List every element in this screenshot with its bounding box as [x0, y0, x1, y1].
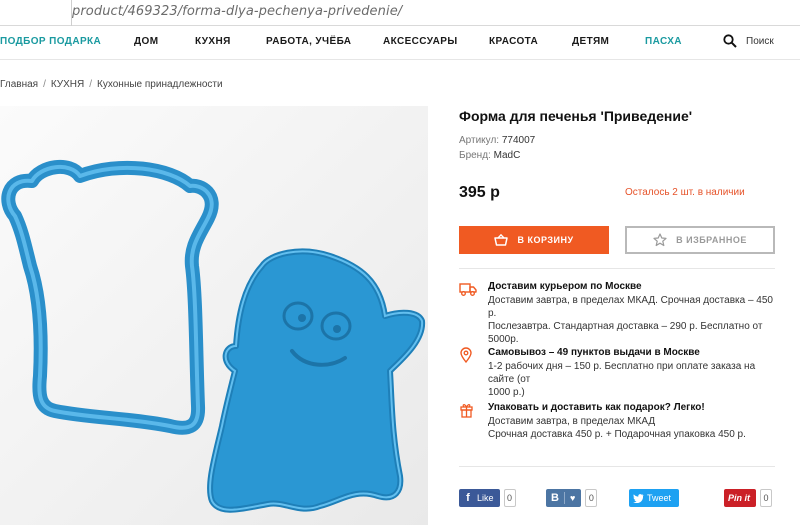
share-vk: B ♥ 0	[546, 488, 598, 508]
divider	[459, 268, 775, 269]
breadcrumb-separator: /	[43, 79, 46, 90]
facebook-like-label: Like	[477, 493, 494, 503]
add-to-cart-label: В КОРЗИНУ	[517, 235, 574, 245]
delivery-pickup: Самовывоз – 49 пунктов выдачи в Москве 1…	[459, 347, 779, 398]
facebook-count: 0	[503, 489, 516, 507]
nav-item-kitchen[interactable]: КУХНЯ	[195, 36, 231, 47]
vk-heart-icon: ♥	[570, 493, 576, 503]
brand-label: Бренд:	[459, 150, 491, 161]
delivery-courier: Доставим курьером по Москве Доставим зав…	[459, 281, 779, 345]
star-icon	[653, 233, 667, 247]
twitter-tweet-label: Tweet	[647, 493, 672, 503]
search-label[interactable]: Поиск	[746, 36, 774, 47]
nav-item-beauty[interactable]: КРАСОТА	[489, 36, 538, 47]
nav-item-accessories[interactable]: АКСЕССУАРЫ	[383, 36, 458, 47]
product-image[interactable]	[0, 106, 428, 525]
share-pinterest: Pin it 0	[724, 488, 772, 508]
delivery-pickup-line: 1-2 рабочих дня – 150 р. Бесплатно при о…	[488, 361, 756, 385]
add-to-favorites-button[interactable]: В ИЗБРАННОЕ	[625, 226, 775, 254]
facebook-icon: f	[466, 492, 470, 504]
delivery-courier-line: 5000р.	[488, 334, 519, 345]
breadcrumb: Главная / КУХНЯ / Кухонные принадлежности	[0, 79, 223, 90]
share-facebook: f Like 0	[459, 488, 516, 508]
delivery-gift-line: Доставим завтра, в пределах МКАД	[488, 416, 656, 427]
nav-item-easter[interactable]: ПАСХА	[645, 36, 682, 47]
breadcrumb-kitchen[interactable]: КУХНЯ	[51, 79, 84, 90]
search-icon[interactable]	[723, 34, 737, 48]
vk-separator	[564, 492, 565, 504]
delivery-gift-line: Срочная доставка 450 р. + Подарочная упа…	[488, 429, 746, 440]
divider	[459, 466, 775, 467]
facebook-like-button[interactable]: f Like	[459, 489, 500, 507]
delivery-gift-title: Упаковать и доставить как подарок? Легко…	[488, 402, 705, 413]
breadcrumb-kitchen-accessories[interactable]: Кухонные принадлежности	[97, 79, 223, 90]
pinterest-pin-button[interactable]: Pin it	[724, 489, 756, 507]
nav-item-kids[interactable]: ДЕТЯМ	[572, 36, 609, 47]
nav-item-gift-finder[interactable]: ПОДБОР ПОДАРКА	[0, 36, 101, 47]
pinterest-label: Pin it	[728, 493, 750, 503]
cookie-cutter-illustration	[0, 106, 428, 525]
delivery-pickup-line: 1000 р.)	[488, 387, 525, 398]
address-bar-url[interactable]: product/469323/forma-dlya-pechenya-prive…	[72, 4, 402, 19]
article-label: Артикул:	[459, 135, 500, 146]
delivery-courier-title: Доставим курьером по Москве	[488, 281, 642, 292]
location-pin-icon	[460, 347, 472, 363]
product-brand: Бренд: MadC	[459, 150, 520, 161]
delivery-gift-text: Доставим завтра, в пределах МКАД Срочная…	[488, 415, 778, 441]
breadcrumb-separator: /	[89, 79, 93, 90]
article-value: 774007	[501, 135, 536, 146]
breadcrumb-home[interactable]: Главная	[0, 79, 38, 90]
add-to-cart-button[interactable]: В КОРЗИНУ	[459, 226, 609, 254]
stock-status: Осталось 2 шт. в наличии	[625, 187, 745, 198]
delivery-courier-line: Послезавтра. Стандартная доставка – 290 …	[488, 321, 763, 332]
vk-icon: B	[551, 492, 559, 504]
vk-like-button[interactable]: B ♥	[546, 489, 582, 507]
product-title: Форма для печенья 'Приведение'	[459, 108, 693, 124]
product-article: Артикул: 774007	[459, 135, 535, 146]
basket-icon	[494, 234, 509, 246]
delivery-courier-line: Доставим завтра, в пределах МКАД. Срочна…	[488, 295, 773, 319]
nav-item-work-study[interactable]: РАБОТА, УЧЁБА	[266, 36, 351, 47]
delivery-pickup-text: 1-2 рабочих дня – 150 р. Бесплатно при о…	[488, 360, 778, 399]
add-to-favorites-label: В ИЗБРАННОЕ	[676, 235, 747, 245]
delivery-pickup-title: Самовывоз – 49 пунктов выдачи в Москве	[488, 347, 700, 358]
share-twitter: Tweet	[629, 488, 679, 508]
twitter-bird-icon	[629, 489, 647, 507]
twitter-tweet-button[interactable]: Tweet	[629, 489, 679, 507]
product-price: 395 р	[459, 184, 500, 201]
delivery-courier-text: Доставим завтра, в пределах МКАД. Срочна…	[488, 294, 778, 346]
browser-address-bar[interactable]: product/469323/forma-dlya-pechenya-prive…	[0, 0, 800, 26]
gift-icon	[460, 404, 473, 418]
main-nav: ПОДБОР ПОДАРКА ДОМ КУХНЯ РАБОТА, УЧЁБА А…	[0, 26, 800, 60]
nav-item-home[interactable]: ДОМ	[134, 36, 158, 47]
pinterest-count: 0	[760, 489, 772, 507]
truck-icon	[459, 283, 477, 296]
vk-count: 0	[585, 489, 598, 507]
delivery-gift: Упаковать и доставить как подарок? Легко…	[459, 402, 779, 442]
brand-value[interactable]: MadC	[494, 150, 521, 161]
